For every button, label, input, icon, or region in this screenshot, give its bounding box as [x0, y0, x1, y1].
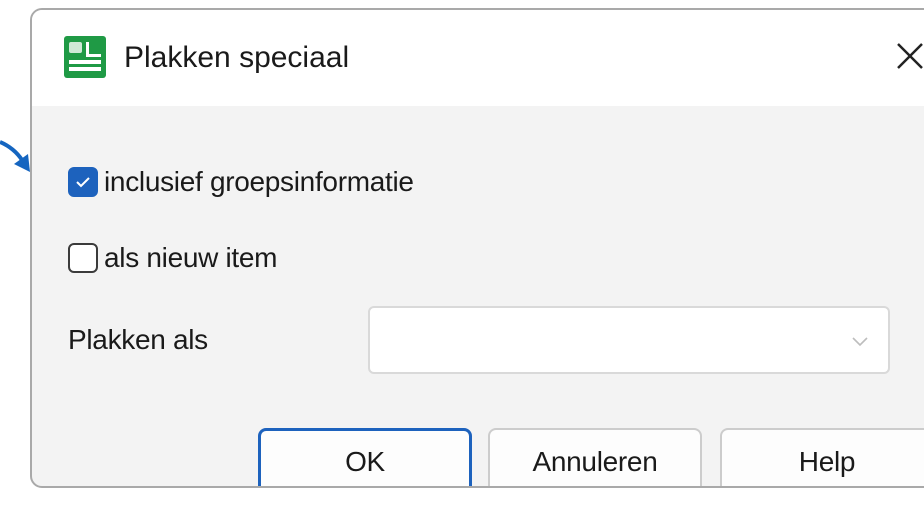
chevron-down-icon	[852, 337, 868, 347]
include-group-info-option[interactable]: inclusief groepsinformatie	[68, 162, 414, 202]
ok-button[interactable]: OK	[258, 428, 472, 486]
paste-special-dialog: Plakken speciaal inclusief groepsinforma…	[30, 8, 924, 488]
include-group-info-label: inclusief groepsinformatie	[104, 166, 414, 197]
paste-special-app-icon	[64, 36, 106, 78]
paste-as-dropdown[interactable]	[368, 306, 890, 374]
as-new-item-option[interactable]: als nieuw item	[68, 238, 278, 278]
dialog-body: inclusief groepsinformatie als nieuw ite…	[32, 106, 924, 486]
cancel-button[interactable]: Annuleren	[488, 428, 702, 486]
as-new-item-checkbox[interactable]	[68, 243, 98, 273]
include-group-info-checkbox[interactable]	[68, 167, 98, 197]
as-new-item-label: als nieuw item	[104, 242, 278, 273]
close-icon[interactable]	[886, 32, 924, 80]
dialog-titlebar: Plakken speciaal	[32, 10, 924, 106]
dialog-title: Plakken speciaal	[124, 41, 350, 74]
paste-as-label: Plakken als	[68, 324, 208, 355]
help-button[interactable]: Help	[720, 428, 924, 486]
checkmark-icon	[76, 177, 90, 188]
